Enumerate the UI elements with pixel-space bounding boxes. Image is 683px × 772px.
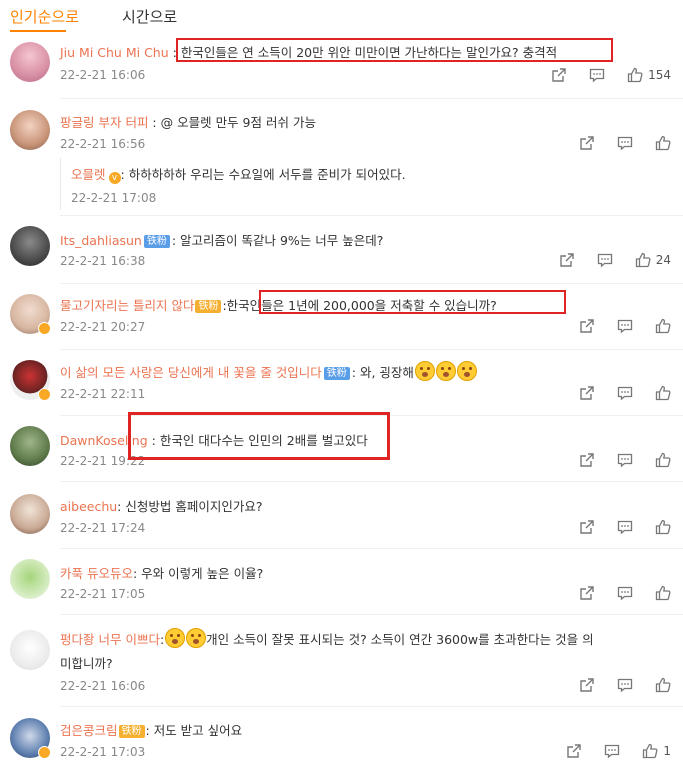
avatar[interactable] [10,110,50,150]
comment-text: : 저도 받고 싶어요 [145,723,243,738]
comment-date: 22-2-21 16:38 [60,254,146,268]
comment-text: 개인 소득이 잘못 표시되는 것? 소득이 연간 3600w를 초과한다는 것을… [206,632,594,647]
divider [60,215,683,216]
tab-time[interactable]: 시간으로 [122,6,177,27]
like-icon[interactable] [655,385,671,401]
reply-username[interactable]: 오믈렛 [71,167,106,182]
comment-icon[interactable] [617,585,633,601]
verified-badge [38,388,51,401]
like-icon[interactable] [655,135,671,151]
username[interactable]: Jiu Mi Chu Mi Chu [60,45,169,60]
username[interactable]: aibeechu [60,499,117,514]
username[interactable]: Its_dahliasun [60,233,142,248]
share-icon[interactable] [551,67,567,83]
like-icon[interactable] [627,67,643,83]
avatar[interactable] [10,226,50,266]
comment-text-continued: 미합니까? [60,656,113,671]
comment-date: 22-2-21 16:56 [60,137,146,151]
divider [60,349,683,350]
crying-emoji-icon [186,628,207,648]
username[interactable]: 물고기자리는 틀리지 않다 [60,298,194,313]
share-icon[interactable] [579,385,595,401]
shocked-emoji-icon [456,361,477,381]
divider [60,283,683,284]
like-icon[interactable] [655,318,671,334]
divider [60,98,683,99]
username[interactable]: 검은콩크림 [60,723,118,738]
verified-badge [38,746,51,759]
like-count: 24 [655,253,671,267]
divider [60,614,683,615]
fan-badge: 铁粉 [118,725,145,738]
share-icon[interactable] [579,519,595,535]
reply-block: 오믈렛 v: 하하하하하 우리는 수요일에 서두를 준비가 되어있다. 22-2-… [60,158,661,210]
username[interactable]: 카푹 듀오듀오 [60,566,133,581]
highlight-box [259,290,566,314]
share-icon[interactable] [566,743,582,759]
shocked-emoji-icon [414,361,435,381]
avatar[interactable] [10,630,50,670]
divider [60,481,683,482]
like-icon[interactable] [655,677,671,693]
comment-icon[interactable] [617,519,633,535]
comment-date: 22-2-21 16:06 [60,68,146,82]
comment-icon[interactable] [617,385,633,401]
comment-date: 22-2-21 17:05 [60,587,146,601]
highlight-box [176,38,613,62]
fan-badge: 铁粉 [195,300,222,313]
tab-popular[interactable]: 인기순으로 [10,6,79,27]
comment-date: 22-2-21 16:06 [60,679,146,693]
divider [60,706,683,707]
comment-icon[interactable] [597,252,613,268]
comment-text: : 신청방법 홈페이지인가요? [117,499,263,514]
comment-text: : 우와 이렇게 높은 이율? [132,566,264,581]
share-icon[interactable] [579,677,595,693]
share-icon[interactable] [579,135,595,151]
active-tab-underline [10,30,66,32]
avatar[interactable] [10,559,50,599]
comment-text: : 와, 굉장해 [351,365,414,380]
verified-badge [38,322,51,335]
comment-icon[interactable] [617,452,633,468]
share-icon[interactable] [579,452,595,468]
share-icon[interactable] [579,585,595,601]
username[interactable]: 팡글링 부자 터피 [60,115,148,130]
avatar[interactable] [10,494,50,534]
separator: : [148,115,161,130]
share-icon[interactable] [559,252,575,268]
avatar[interactable] [10,42,50,82]
reply-text: : 하하하하하 우리는 수요일에 서두를 준비가 되어있다. [120,167,406,182]
like-icon[interactable] [635,252,651,268]
username[interactable]: 펑다좡 너무 이쁘다 [60,632,160,647]
comment-date: 22-2-21 22:11 [60,387,146,401]
like-count: 154 [648,68,671,82]
comment-icon[interactable] [617,677,633,693]
fan-badge: 铁粉 [323,367,350,380]
highlight-box [128,412,390,460]
avatar[interactable] [10,426,50,466]
like-icon[interactable] [642,743,658,759]
verified-icon: v [108,172,121,184]
comment-icon[interactable] [617,135,633,151]
crying-emoji-icon [165,628,186,648]
comment-icon[interactable] [617,318,633,334]
divider [60,548,683,549]
like-icon[interactable] [655,519,671,535]
reply-date: 22-2-21 17:08 [71,191,157,205]
like-icon[interactable] [655,452,671,468]
fan-badge: 铁粉 [143,235,170,248]
shocked-emoji-icon [435,361,456,381]
comment-date: 22-2-21 20:27 [60,320,146,334]
like-count: 1 [663,744,671,758]
comment-date: 22-2-21 17:03 [60,745,146,759]
like-icon[interactable] [655,585,671,601]
comment-icon[interactable] [589,67,605,83]
username[interactable]: 이 삶의 모든 사랑은 당신에게 내 꽃을 줄 것입니다 [60,365,322,380]
comment-date: 22-2-21 17:24 [60,521,146,535]
comment-text: : 알고리즘이 똑같나 9%는 너무 높은데? [171,233,384,248]
comment-text: @ 오믈렛 만두 9점 러쉬 가능 [160,115,316,130]
comment-icon[interactable] [604,743,620,759]
share-icon[interactable] [579,318,595,334]
